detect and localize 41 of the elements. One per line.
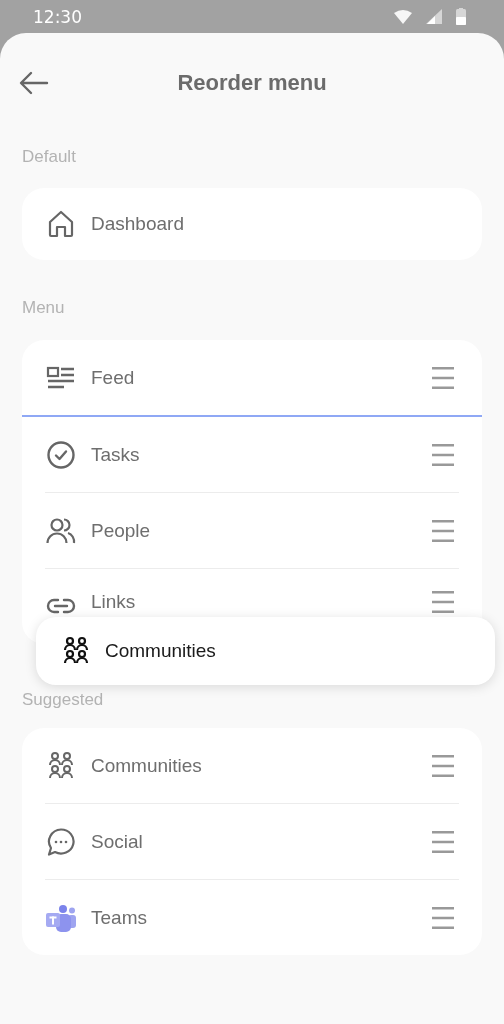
page-title: Reorder menu xyxy=(177,70,327,96)
home-icon xyxy=(46,209,76,239)
menu-item[interactable]: Dashboard xyxy=(22,188,482,260)
drag-handle-icon[interactable] xyxy=(431,443,455,466)
menu-item[interactable]: Teams xyxy=(22,880,482,955)
menu-item[interactable]: Social xyxy=(22,804,482,879)
battery-icon xyxy=(456,8,466,25)
check-circle-icon xyxy=(46,439,76,470)
back-button[interactable] xyxy=(19,71,49,95)
menu-item[interactable]: Links xyxy=(22,569,482,617)
drag-handle-icon[interactable] xyxy=(431,591,455,613)
chat-icon xyxy=(46,826,76,857)
section-label: Menu xyxy=(22,297,66,319)
dragged-item-label: Communities xyxy=(105,640,216,662)
menu-item[interactable]: Communities xyxy=(22,728,482,803)
signal-icon xyxy=(426,9,442,24)
people-icon xyxy=(46,515,76,546)
drag-handle-icon[interactable] xyxy=(431,906,455,929)
section-label: Default xyxy=(22,146,77,168)
menu-item[interactable]: People xyxy=(22,493,482,568)
communities-icon xyxy=(61,636,91,666)
wifi-icon xyxy=(394,9,412,24)
menu-item[interactable]: Feed xyxy=(22,340,482,415)
drag-handle-icon[interactable] xyxy=(431,519,455,542)
drag-handle-icon[interactable] xyxy=(431,754,455,777)
drag-handle-icon[interactable] xyxy=(431,830,455,853)
drag-handle-icon[interactable] xyxy=(431,366,455,389)
menu-item-label: People xyxy=(91,519,152,542)
dragged-menu-item[interactable]: Communities xyxy=(36,617,495,685)
menu-item-label: Teams xyxy=(91,906,148,929)
communities-icon xyxy=(46,750,76,781)
status-time: 12:30 xyxy=(33,6,82,27)
menu-item-label: Links xyxy=(91,591,137,613)
teams-icon xyxy=(46,902,76,933)
menu-item-label: Social xyxy=(91,830,144,853)
section-label: Suggested xyxy=(22,689,105,711)
menu-item-label: Communities xyxy=(91,754,203,777)
menu-item-label: Dashboard xyxy=(91,213,185,235)
menu-item[interactable]: Tasks xyxy=(22,417,482,492)
menu-item-label: Feed xyxy=(91,366,136,389)
menu-item-label: Tasks xyxy=(91,443,141,466)
